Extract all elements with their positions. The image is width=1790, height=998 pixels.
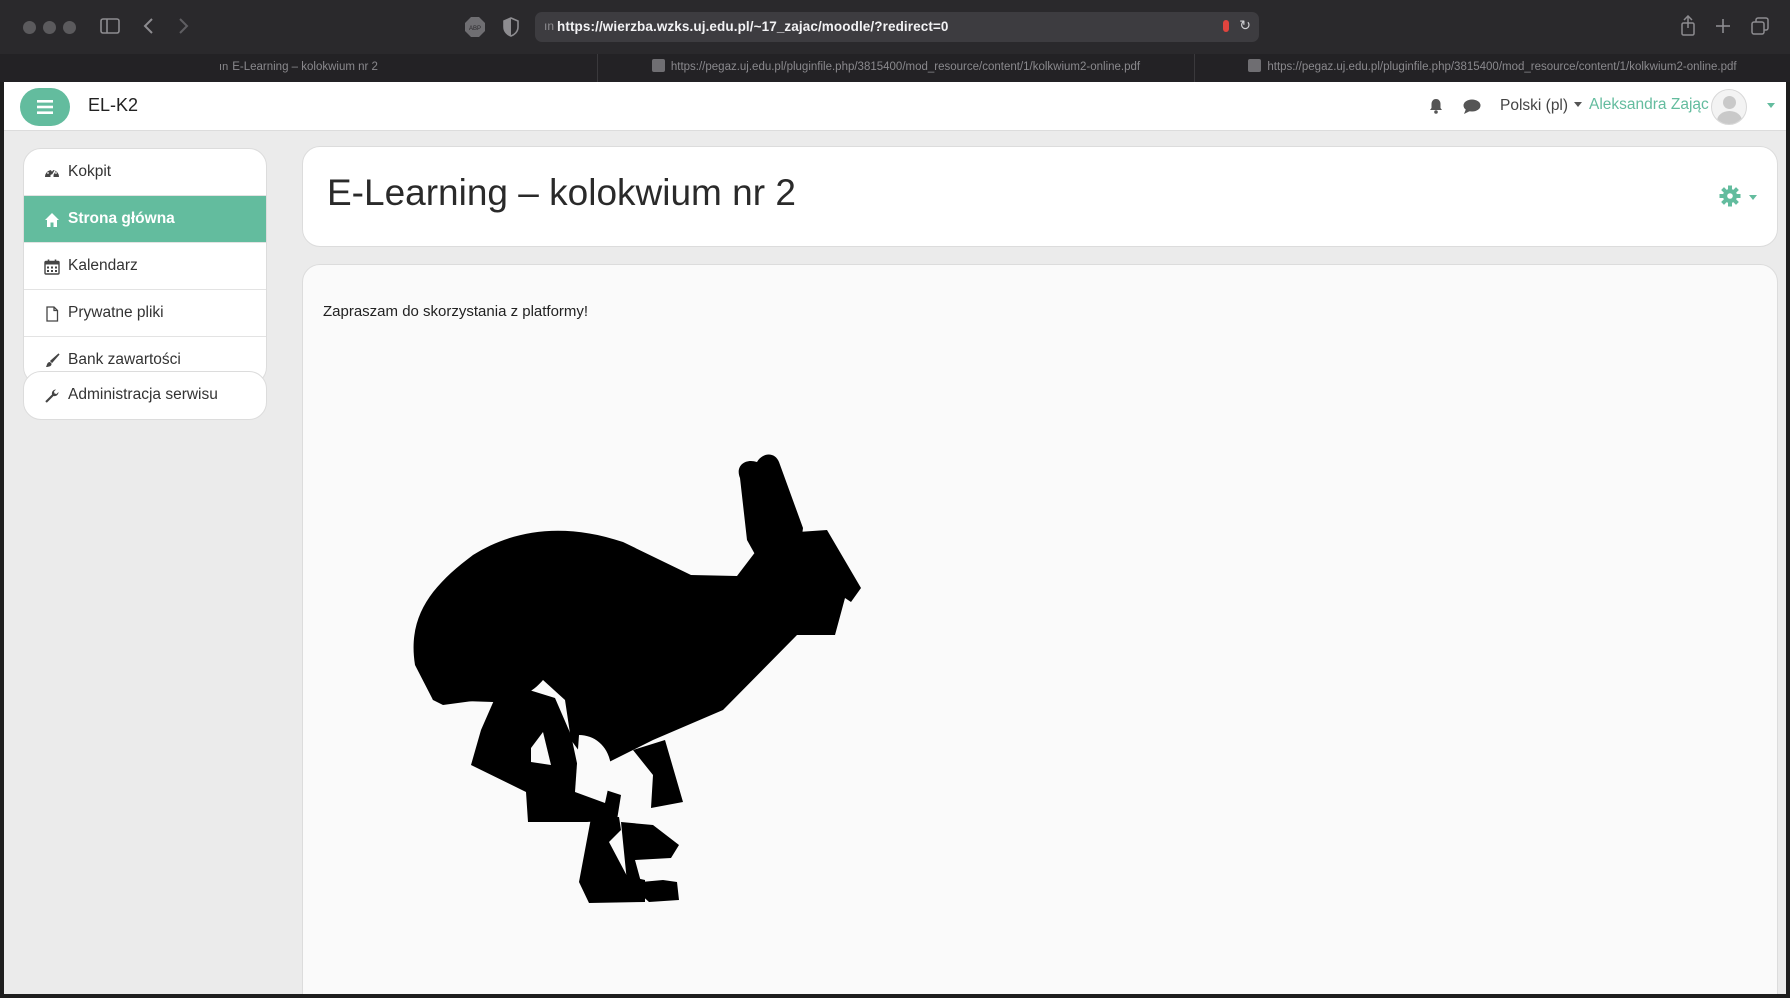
tab-divider [597,54,598,82]
chevron-down-icon[interactable] [1749,195,1757,200]
dashboard-icon [45,169,59,178]
tab-pdf-2[interactable]: https://pegaz.uj.edu.pl/pluginfile.php/3… [1195,54,1790,82]
sidebar-item-private-files[interactable]: Prywatne pliki [24,290,266,337]
document-icon [651,59,665,72]
drawer-toggle-button[interactable] [20,88,70,126]
share-icon[interactable] [1680,15,1696,37]
reload-icon[interactable]: ↻ [1239,17,1251,34]
tab-title: https://pegaz.uj.edu.pl/pluginfile.php/3… [670,61,1141,73]
privacy-shield-icon[interactable] [503,17,519,37]
language-label: Polski (pl) [1500,97,1569,114]
calendar-icon [44,259,60,275]
tab-overview-icon[interactable] [1751,17,1769,35]
svg-text:ABP: ABP [469,26,481,32]
sidebar-item-label: Kalendarz [68,257,138,274]
gear-icon[interactable] [1719,185,1741,207]
sidebar-item-calendar[interactable]: Kalendarz [24,243,266,290]
adblock-icon[interactable]: ABP [465,17,485,37]
notifications-bell-icon[interactable] [1428,98,1444,114]
hamburger-icon [37,100,53,114]
tab-divider [1194,54,1195,82]
wrench-icon [45,389,59,403]
url-text[interactable]: https://wierzba.wzks.uj.edu.pl/~17_zajac… [557,19,949,34]
sidebar-item-label: Strona główna [68,210,175,227]
chevron-down-icon[interactable] [1767,103,1775,108]
close-window-button[interactable] [23,21,36,34]
page-header-card: E-Learning – kolokwium nr 2 [302,146,1778,247]
sidebar-item-site-admin[interactable]: Administracja serwisu [24,372,266,419]
sidebar-toggle-icon[interactable] [100,18,120,34]
top-navbar: EL-K2 Polski (pl) Aleksandra Zając [4,82,1786,131]
browser-chrome: ABP ın https://wierzba.wzks.uj.edu.pl/~1… [0,0,1790,82]
avatar[interactable] [1711,89,1747,125]
document-icon [1248,59,1262,72]
moodle-page: EL-K2 Polski (pl) Aleksandra Zając Kokpi… [4,82,1786,994]
tab-title: https://pegaz.uj.edu.pl/pluginfile.php/3… [1267,61,1737,73]
sidebar-item-kokpit[interactable]: Kokpit [24,149,266,196]
site-name-link[interactable]: EL-K2 [88,95,138,116]
sidebar-item-label: Kokpit [68,163,112,180]
sidebar-item-label: Bank zawartości [68,351,181,368]
sidebar-item-label: Prywatne pliki [68,304,164,321]
back-icon[interactable] [142,17,154,35]
brush-icon [46,353,60,367]
zoom-window-button[interactable] [63,21,76,34]
home-icon [45,213,59,227]
microphone-icon [1223,20,1229,32]
forward-icon[interactable] [178,17,190,35]
tab-pdf-1[interactable]: https://pegaz.uj.edu.pl/pluginfile.php/3… [598,54,1194,82]
intro-text: Zapraszam do skorzystania z platformy! [323,303,589,320]
running-hare-image [413,454,861,903]
new-tab-icon[interactable] [1715,18,1731,34]
page-title: E-Learning – kolokwium nr 2 [327,172,796,213]
tab-bar: ın E-Learning – kolokwium nr 2 https://pe… [0,54,1790,82]
address-bar[interactable]: ın https://wierzba.wzks.uj.edu.pl/~17_za… [535,12,1259,42]
tab-title: E-Learning – kolokwium nr 2 [232,61,378,73]
site-favicon-icon: ın [544,19,555,33]
sidebar-nav: Kokpit Strona główna Kalendarz Prywatne … [23,148,267,385]
chevron-down-icon [1574,102,1583,107]
browser-toolbar: ABP ın https://wierzba.wzks.uj.edu.pl/~1… [0,0,1790,54]
file-icon [46,306,59,322]
sidebar-admin-block: Administracja serwisu [23,371,267,420]
sidebar-item-home[interactable]: Strona główna [24,196,266,243]
minimize-window-button[interactable] [43,21,56,34]
messages-chat-icon[interactable] [1463,99,1481,114]
sidebar-item-label: Administracja serwisu [68,386,218,403]
site-summary-card: Zapraszam do skorzystania z platformy! [302,264,1778,994]
tab-active[interactable]: ın E-Learning – kolokwium nr 2 [0,54,597,82]
language-menu[interactable]: Polski (pl) [1500,97,1583,115]
user-menu-name[interactable]: Aleksandra Zając [1589,96,1709,114]
